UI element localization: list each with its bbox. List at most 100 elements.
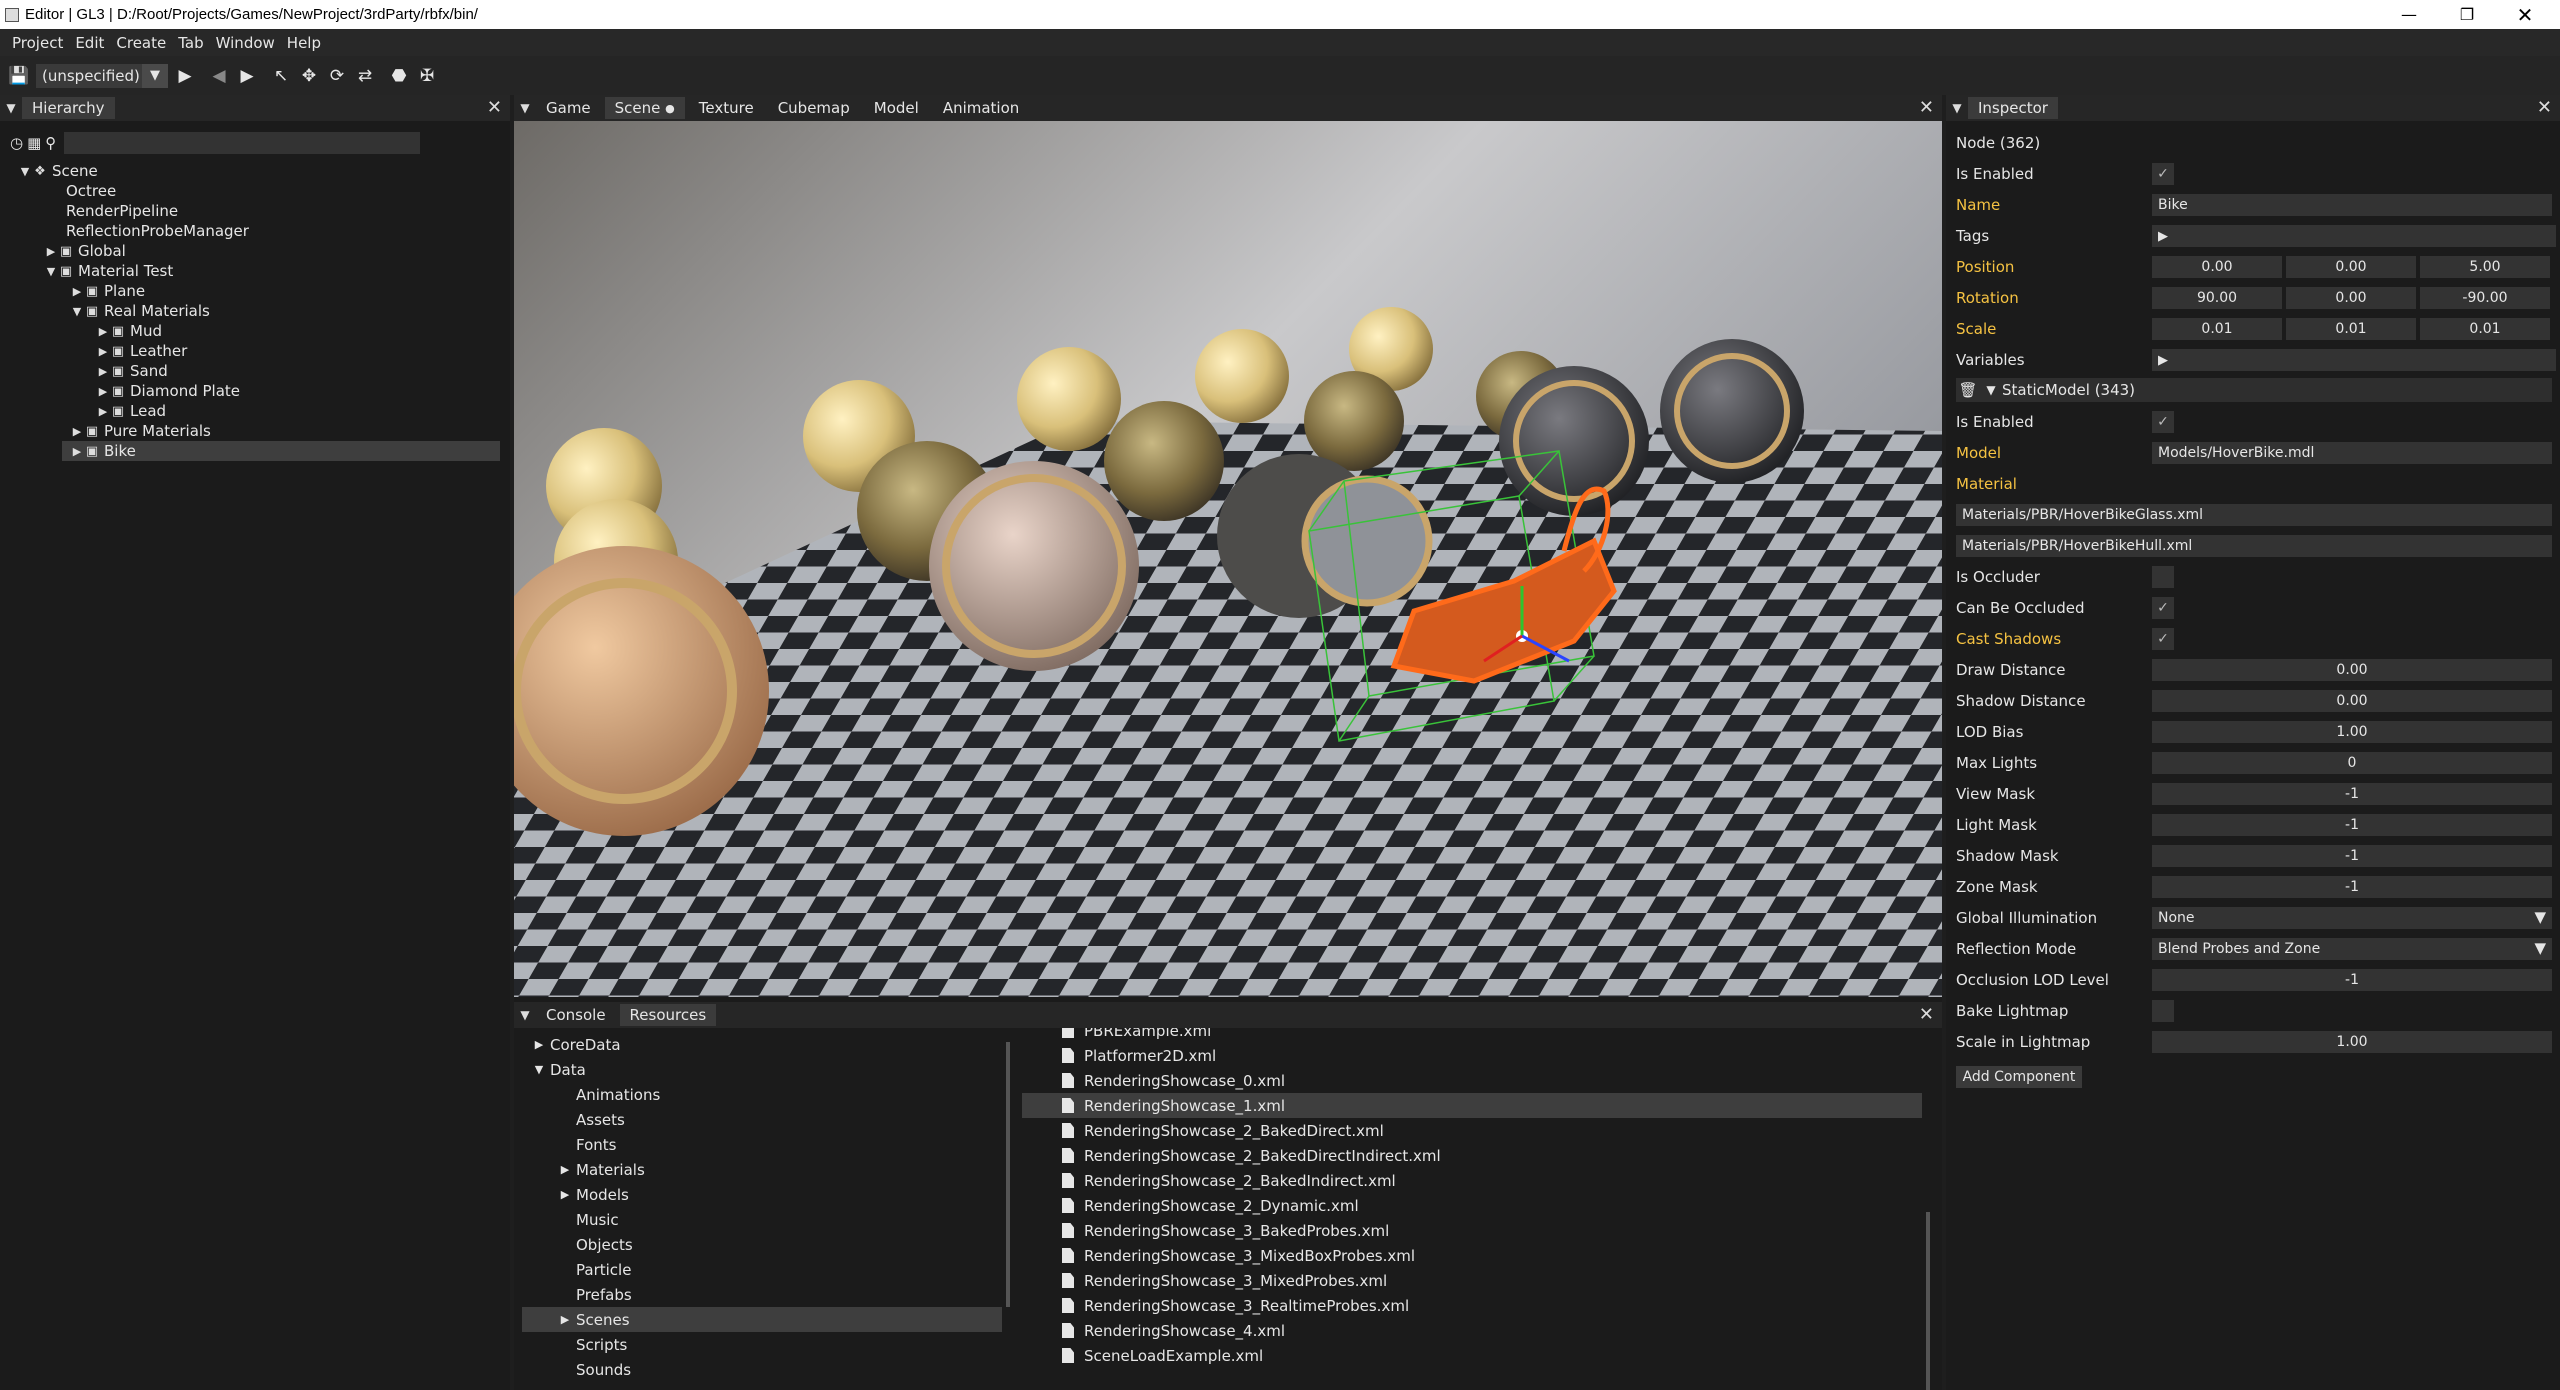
chevron-right-icon[interactable]: ▶ xyxy=(70,445,84,458)
world-space-icon[interactable]: ✠ xyxy=(416,66,438,86)
component-header[interactable]: 🗑 ▼ StaticModel (343) xyxy=(1956,378,2552,402)
chevron-down-icon[interactable]: ▼ xyxy=(18,165,32,178)
cast-shadows-checkbox[interactable]: ✓ xyxy=(2152,628,2174,650)
scale-z-field[interactable]: 0.01 xyxy=(2420,318,2550,340)
resource-file[interactable]: RenderingShowcase_3_BakedProbes.xml xyxy=(1022,1218,1942,1243)
resource-folder[interactable]: ▼ Data xyxy=(514,1057,1012,1082)
filter-icon[interactable]: ▦ xyxy=(27,134,41,152)
hierarchy-item[interactable]: ▶ ▣ Bike xyxy=(62,441,500,461)
tab-model[interactable]: Model xyxy=(864,97,929,119)
resource-file[interactable]: PBRExample.xml xyxy=(1022,1028,1942,1043)
rotation-y-field[interactable]: 0.00 xyxy=(2286,287,2416,309)
resource-file[interactable]: RenderingShowcase_3_MixedBoxProbes.xml xyxy=(1022,1243,1942,1268)
resource-folder[interactable]: Prefabs xyxy=(514,1282,1012,1307)
step-icon[interactable]: ▶ xyxy=(236,66,258,86)
scale-tool-icon[interactable]: ⇄ xyxy=(354,66,376,86)
shadow-distance-field[interactable]: 0.00 xyxy=(2152,690,2552,712)
position-z-field[interactable]: 5.00 xyxy=(2420,256,2550,278)
chevron-right-icon[interactable]: ▶ xyxy=(96,325,110,338)
tab-game[interactable]: Game xyxy=(536,97,601,119)
menu-create[interactable]: Create xyxy=(110,34,172,52)
panel-menu-icon[interactable]: ▼ xyxy=(514,1008,536,1022)
tab-console[interactable]: Console xyxy=(536,1004,616,1026)
resource-folder[interactable]: Particle xyxy=(514,1257,1012,1282)
material-slot-2[interactable]: Materials/PBR/HoverBikeHull.xml xyxy=(1956,535,2552,557)
resource-file[interactable]: RenderingShowcase_3_MixedProbes.xml xyxy=(1022,1268,1942,1293)
resource-folder[interactable]: Assets xyxy=(514,1107,1012,1132)
local-space-icon[interactable]: ⬣ xyxy=(388,66,410,86)
file-scrollbar[interactable] xyxy=(1926,1212,1930,1390)
chevron-right-icon[interactable]: ▶ xyxy=(96,345,110,358)
zone-mask-field[interactable]: -1 xyxy=(2152,876,2552,898)
hierarchy-item[interactable]: ▶ ▣ Mud xyxy=(0,321,510,341)
can-be-occluded-checkbox[interactable]: ✓ xyxy=(2152,597,2174,619)
hierarchy-item[interactable]: ▼ ▣ Material Test xyxy=(0,261,510,281)
tags-expander[interactable]: ▶ xyxy=(2152,225,2556,247)
global-illumination-dropdown[interactable]: None ▼ xyxy=(2152,907,2552,929)
resource-folder[interactable]: Sounds xyxy=(514,1357,1012,1382)
position-y-field[interactable]: 0.00 xyxy=(2286,256,2416,278)
chevron-right-icon[interactable]: ▶ xyxy=(554,1163,576,1176)
name-field[interactable]: Bike xyxy=(2152,194,2552,216)
add-component-button[interactable]: Add Component xyxy=(1956,1066,2082,1088)
tab-resources[interactable]: Resources xyxy=(619,1004,717,1026)
close-icon[interactable]: ✕ xyxy=(1919,1004,1934,1025)
close-window-button[interactable]: ✕ xyxy=(2496,0,2554,29)
resource-file[interactable]: RenderingShowcase_1.xml xyxy=(1022,1093,1922,1118)
chevron-down-icon[interactable]: ▼ xyxy=(528,1063,550,1076)
variables-expander[interactable]: ▶ xyxy=(2152,349,2556,371)
chevron-right-icon[interactable]: ▶ xyxy=(96,405,110,418)
material-slot-1[interactable]: Materials/PBR/HoverBikeGlass.xml xyxy=(1956,504,2552,526)
resource-file[interactable]: RenderingShowcase_2_Dynamic.xml xyxy=(1022,1193,1942,1218)
close-icon[interactable]: ✕ xyxy=(487,97,502,118)
history-icon[interactable]: ◷ xyxy=(10,134,23,152)
resource-folder[interactable]: Objects xyxy=(514,1232,1012,1257)
chevron-down-icon[interactable]: ▼ xyxy=(70,305,84,318)
menu-edit[interactable]: Edit xyxy=(69,34,110,52)
hierarchy-item[interactable]: ▶ ▣ Sand xyxy=(0,361,510,381)
rotate-tool-icon[interactable]: ⟳ xyxy=(326,66,348,86)
scene-viewport[interactable] xyxy=(514,121,1942,997)
menu-window[interactable]: Window xyxy=(210,34,281,52)
hierarchy-item[interactable]: ▶ ▣ Leather xyxy=(0,341,510,361)
resource-file[interactable]: RenderingShowcase_2_BakedDirectIndirect.… xyxy=(1022,1143,1942,1168)
hierarchy-search-input[interactable] xyxy=(64,132,420,154)
menu-help[interactable]: Help xyxy=(281,34,327,52)
config-combo[interactable]: (unspecified) ▼ xyxy=(36,63,168,88)
resource-file[interactable]: Platformer2D.xml xyxy=(1022,1043,1942,1068)
panel-menu-icon[interactable]: ▼ xyxy=(0,101,22,115)
hierarchy-item[interactable]: ▶ ▣ Plane xyxy=(0,281,510,301)
hierarchy-item[interactable]: ▶ ▣ Global xyxy=(0,241,510,261)
select-tool-icon[interactable]: ↖ xyxy=(270,66,292,86)
view-mask-field[interactable]: -1 xyxy=(2152,783,2552,805)
scale-y-field[interactable]: 0.01 xyxy=(2286,318,2416,340)
hierarchy-item[interactable]: ▶ ▣ Pure Materials xyxy=(0,421,510,441)
tab-hierarchy[interactable]: Hierarchy xyxy=(22,97,115,119)
hierarchy-item[interactable]: ▼ ▣ Real Materials xyxy=(0,301,510,321)
model-field[interactable]: Models/HoverBike.mdl xyxy=(2152,442,2552,464)
hierarchy-item[interactable]: ▼ ❖ Scene xyxy=(0,161,510,181)
resource-file[interactable]: RenderingShowcase_2_BakedDirect.xml xyxy=(1022,1118,1942,1143)
resource-file[interactable]: RenderingShowcase_3_RealtimeProbes.xml xyxy=(1022,1293,1942,1318)
tab-cubemap[interactable]: Cubemap xyxy=(768,97,860,119)
chevron-right-icon[interactable]: ▶ xyxy=(528,1038,550,1051)
hierarchy-item[interactable]: Octree xyxy=(0,181,510,201)
resource-folder[interactable]: Fonts xyxy=(514,1132,1012,1157)
trash-icon[interactable]: 🗑 xyxy=(1956,381,1980,399)
resource-file[interactable]: SceneLoadExample.xml xyxy=(1022,1343,1942,1368)
pause-icon[interactable]: ◀ xyxy=(208,66,230,86)
max-lights-field[interactable]: 0 xyxy=(2152,752,2552,774)
reflection-mode-dropdown[interactable]: Blend Probes and Zone ▼ xyxy=(2152,938,2552,960)
resource-folder[interactable]: ▶ Scenes xyxy=(522,1307,1002,1332)
occlusion-lod-field[interactable]: -1 xyxy=(2152,969,2552,991)
chevron-down-icon[interactable]: ▼ xyxy=(44,265,58,278)
minimize-button[interactable]: — xyxy=(2380,0,2438,29)
save-icon[interactable]: 💾 xyxy=(8,66,30,86)
hierarchy-item[interactable]: ReflectionProbeManager xyxy=(0,221,510,241)
is-occluder-checkbox[interactable] xyxy=(2152,566,2174,588)
chevron-right-icon[interactable]: ▶ xyxy=(44,245,58,258)
panel-menu-icon[interactable]: ▼ xyxy=(514,101,536,115)
resource-folder[interactable]: Animations xyxy=(514,1082,1012,1107)
rotation-x-field[interactable]: 90.00 xyxy=(2152,287,2282,309)
draw-distance-field[interactable]: 0.00 xyxy=(2152,659,2552,681)
